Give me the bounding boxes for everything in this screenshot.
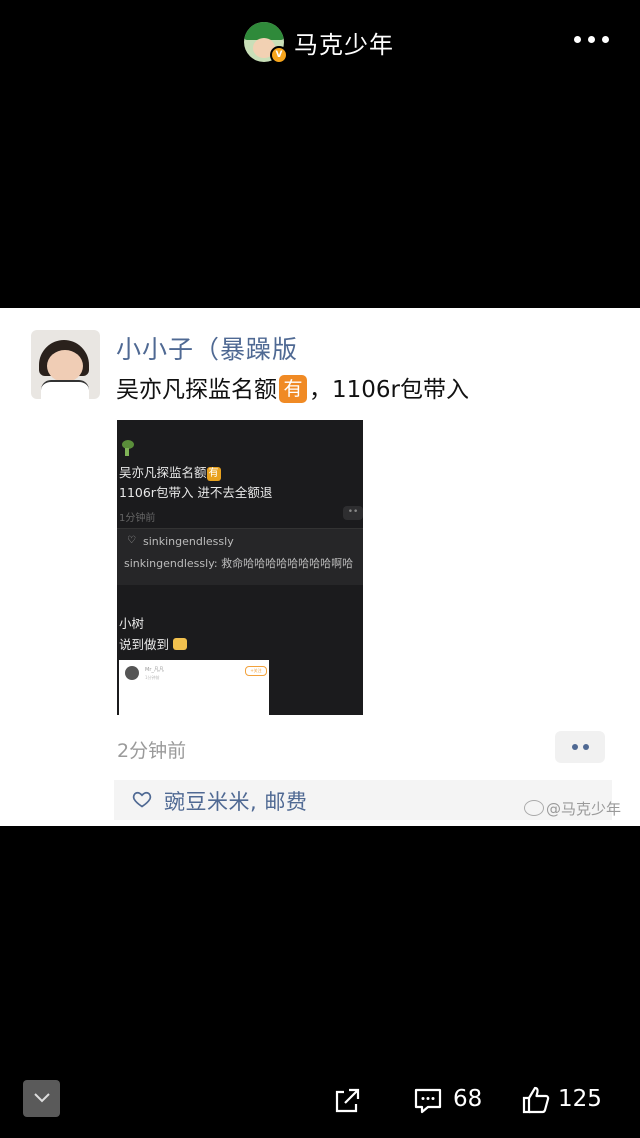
post-text: 吴亦凡探监名额有，1106r包带入: [116, 375, 469, 403]
thumbs-up-emoji-icon: [173, 638, 187, 650]
collapse-button[interactable]: [23, 1080, 60, 1117]
comment-icon[interactable]: [413, 1086, 443, 1116]
bottom-bar: 68 125: [0, 1070, 640, 1138]
broccoli-icon: [119, 440, 135, 458]
post-time: 2分钟前: [117, 740, 187, 762]
image-line-1: 吴亦凡探监名额有: [119, 465, 221, 481]
comment-count[interactable]: 68: [453, 1086, 482, 1112]
image-reply-name: 小树: [119, 616, 145, 631]
user-avatar[interactable]: [31, 330, 100, 399]
image-comment-box: ♡ sinkingendlessly sinkingendlessly: 救命哈…: [117, 528, 363, 585]
image-line-2: 1106r包带入 进不去全额退: [119, 485, 273, 500]
account-title: 马克少年: [294, 31, 394, 59]
heart-icon[interactable]: [132, 789, 152, 809]
top-bar: V 马克少年: [0, 0, 640, 84]
more-options-icon[interactable]: [574, 36, 618, 46]
image-more-icon: ••: [343, 506, 363, 520]
likers-list[interactable]: 豌豆米米, 邮费: [164, 786, 307, 816]
you-emoji-tag: 有: [279, 375, 307, 403]
watermark: @马克少年: [524, 798, 621, 819]
post-more-button[interactable]: [555, 731, 605, 763]
image-like-name: sinkingendlessly: [143, 535, 234, 548]
chevron-down-icon: [34, 1093, 50, 1103]
post-username[interactable]: 小小子（暴躁版: [116, 330, 298, 366]
image-heart-icon: ♡: [127, 535, 136, 546]
verified-badge: V: [270, 46, 288, 64]
image-comment: sinkingendlessly: 救命哈哈哈哈哈哈哈哈啊哈: [124, 557, 354, 570]
share-icon[interactable]: [332, 1086, 362, 1116]
post-card: 小小子（暴躁版 吴亦凡探监名额有，1106r包带入 吴亦凡探监名额有 1106r…: [0, 308, 640, 826]
thumbs-up-icon[interactable]: [520, 1084, 552, 1116]
image-reply-text: 说到做到: [119, 634, 187, 653]
image-time: 1分钟前: [119, 513, 156, 524]
like-count[interactable]: 125: [558, 1086, 602, 1112]
post-image[interactable]: 吴亦凡探监名额有 1106r包带入 进不去全额退 1分钟前 •• ♡ sinki…: [117, 420, 363, 715]
image-inner-card: Mr_凡凡 1分钟前 +关注: [119, 660, 269, 715]
weibo-logo-icon: [524, 800, 544, 816]
